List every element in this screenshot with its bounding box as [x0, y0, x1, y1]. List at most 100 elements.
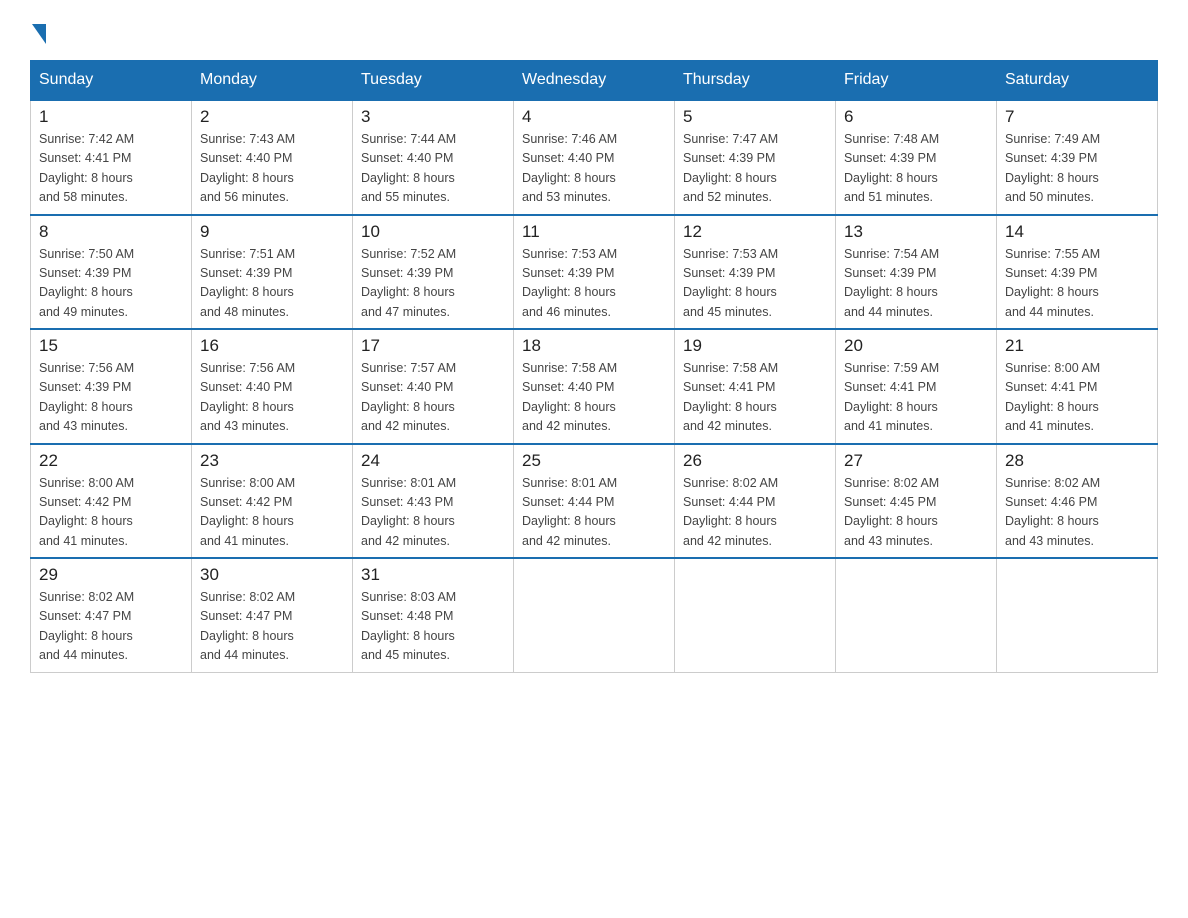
calendar-cell: 16 Sunrise: 7:56 AM Sunset: 4:40 PM Dayl… — [192, 329, 353, 444]
day-info: Sunrise: 7:48 AM Sunset: 4:39 PM Dayligh… — [844, 130, 988, 208]
calendar-cell — [514, 558, 675, 672]
day-info: Sunrise: 8:02 AM Sunset: 4:47 PM Dayligh… — [200, 588, 344, 666]
day-number: 21 — [1005, 336, 1149, 356]
day-info: Sunrise: 7:56 AM Sunset: 4:40 PM Dayligh… — [200, 359, 344, 437]
day-number: 30 — [200, 565, 344, 585]
week-row-3: 15 Sunrise: 7:56 AM Sunset: 4:39 PM Dayl… — [31, 329, 1158, 444]
day-info: Sunrise: 7:54 AM Sunset: 4:39 PM Dayligh… — [844, 245, 988, 323]
calendar-cell: 8 Sunrise: 7:50 AM Sunset: 4:39 PM Dayli… — [31, 215, 192, 330]
day-number: 25 — [522, 451, 666, 471]
day-info: Sunrise: 7:47 AM Sunset: 4:39 PM Dayligh… — [683, 130, 827, 208]
day-info: Sunrise: 8:03 AM Sunset: 4:48 PM Dayligh… — [361, 588, 505, 666]
day-info: Sunrise: 7:55 AM Sunset: 4:39 PM Dayligh… — [1005, 245, 1149, 323]
day-info: Sunrise: 7:58 AM Sunset: 4:41 PM Dayligh… — [683, 359, 827, 437]
day-number: 6 — [844, 107, 988, 127]
day-info: Sunrise: 7:59 AM Sunset: 4:41 PM Dayligh… — [844, 359, 988, 437]
week-row-2: 8 Sunrise: 7:50 AM Sunset: 4:39 PM Dayli… — [31, 215, 1158, 330]
day-info: Sunrise: 8:01 AM Sunset: 4:43 PM Dayligh… — [361, 474, 505, 552]
calendar-cell: 17 Sunrise: 7:57 AM Sunset: 4:40 PM Dayl… — [353, 329, 514, 444]
calendar-cell: 7 Sunrise: 7:49 AM Sunset: 4:39 PM Dayli… — [997, 100, 1158, 215]
day-number: 11 — [522, 222, 666, 242]
day-info: Sunrise: 7:52 AM Sunset: 4:39 PM Dayligh… — [361, 245, 505, 323]
day-info: Sunrise: 7:57 AM Sunset: 4:40 PM Dayligh… — [361, 359, 505, 437]
header-friday: Friday — [836, 61, 997, 101]
day-info: Sunrise: 7:51 AM Sunset: 4:39 PM Dayligh… — [200, 245, 344, 323]
page-header — [30, 20, 1158, 44]
day-number: 3 — [361, 107, 505, 127]
calendar-cell: 13 Sunrise: 7:54 AM Sunset: 4:39 PM Dayl… — [836, 215, 997, 330]
calendar-cell: 24 Sunrise: 8:01 AM Sunset: 4:43 PM Dayl… — [353, 444, 514, 559]
day-number: 22 — [39, 451, 183, 471]
day-number: 18 — [522, 336, 666, 356]
calendar-cell: 5 Sunrise: 7:47 AM Sunset: 4:39 PM Dayli… — [675, 100, 836, 215]
day-number: 8 — [39, 222, 183, 242]
calendar-cell: 1 Sunrise: 7:42 AM Sunset: 4:41 PM Dayli… — [31, 100, 192, 215]
day-info: Sunrise: 8:02 AM Sunset: 4:44 PM Dayligh… — [683, 474, 827, 552]
calendar-cell: 3 Sunrise: 7:44 AM Sunset: 4:40 PM Dayli… — [353, 100, 514, 215]
day-number: 1 — [39, 107, 183, 127]
day-number: 28 — [1005, 451, 1149, 471]
calendar-cell: 27 Sunrise: 8:02 AM Sunset: 4:45 PM Dayl… — [836, 444, 997, 559]
calendar-cell: 29 Sunrise: 8:02 AM Sunset: 4:47 PM Dayl… — [31, 558, 192, 672]
calendar-cell: 6 Sunrise: 7:48 AM Sunset: 4:39 PM Dayli… — [836, 100, 997, 215]
header-tuesday: Tuesday — [353, 61, 514, 101]
calendar-cell: 25 Sunrise: 8:01 AM Sunset: 4:44 PM Dayl… — [514, 444, 675, 559]
day-info: Sunrise: 7:44 AM Sunset: 4:40 PM Dayligh… — [361, 130, 505, 208]
calendar-cell: 19 Sunrise: 7:58 AM Sunset: 4:41 PM Dayl… — [675, 329, 836, 444]
calendar-cell: 9 Sunrise: 7:51 AM Sunset: 4:39 PM Dayli… — [192, 215, 353, 330]
day-info: Sunrise: 7:53 AM Sunset: 4:39 PM Dayligh… — [683, 245, 827, 323]
day-number: 31 — [361, 565, 505, 585]
day-number: 27 — [844, 451, 988, 471]
day-number: 12 — [683, 222, 827, 242]
week-row-5: 29 Sunrise: 8:02 AM Sunset: 4:47 PM Dayl… — [31, 558, 1158, 672]
header-sunday: Sunday — [31, 61, 192, 101]
day-number: 15 — [39, 336, 183, 356]
header-wednesday: Wednesday — [514, 61, 675, 101]
header-saturday: Saturday — [997, 61, 1158, 101]
calendar-cell: 11 Sunrise: 7:53 AM Sunset: 4:39 PM Dayl… — [514, 215, 675, 330]
calendar-cell: 20 Sunrise: 7:59 AM Sunset: 4:41 PM Dayl… — [836, 329, 997, 444]
calendar-cell: 28 Sunrise: 8:02 AM Sunset: 4:46 PM Dayl… — [997, 444, 1158, 559]
calendar-cell: 30 Sunrise: 8:02 AM Sunset: 4:47 PM Dayl… — [192, 558, 353, 672]
day-number: 7 — [1005, 107, 1149, 127]
day-number: 5 — [683, 107, 827, 127]
calendar-cell: 4 Sunrise: 7:46 AM Sunset: 4:40 PM Dayli… — [514, 100, 675, 215]
day-number: 2 — [200, 107, 344, 127]
week-row-4: 22 Sunrise: 8:00 AM Sunset: 4:42 PM Dayl… — [31, 444, 1158, 559]
day-number: 26 — [683, 451, 827, 471]
day-info: Sunrise: 7:50 AM Sunset: 4:39 PM Dayligh… — [39, 245, 183, 323]
day-info: Sunrise: 7:46 AM Sunset: 4:40 PM Dayligh… — [522, 130, 666, 208]
calendar-table: SundayMondayTuesdayWednesdayThursdayFrid… — [30, 60, 1158, 673]
logo-arrow-icon — [32, 24, 46, 44]
day-number: 10 — [361, 222, 505, 242]
calendar-header-row: SundayMondayTuesdayWednesdayThursdayFrid… — [31, 61, 1158, 101]
day-info: Sunrise: 8:01 AM Sunset: 4:44 PM Dayligh… — [522, 474, 666, 552]
day-info: Sunrise: 7:49 AM Sunset: 4:39 PM Dayligh… — [1005, 130, 1149, 208]
calendar-cell: 12 Sunrise: 7:53 AM Sunset: 4:39 PM Dayl… — [675, 215, 836, 330]
day-info: Sunrise: 7:58 AM Sunset: 4:40 PM Dayligh… — [522, 359, 666, 437]
day-number: 23 — [200, 451, 344, 471]
day-info: Sunrise: 8:00 AM Sunset: 4:42 PM Dayligh… — [39, 474, 183, 552]
calendar-cell — [836, 558, 997, 672]
day-number: 16 — [200, 336, 344, 356]
week-row-1: 1 Sunrise: 7:42 AM Sunset: 4:41 PM Dayli… — [31, 100, 1158, 215]
day-number: 13 — [844, 222, 988, 242]
day-info: Sunrise: 8:00 AM Sunset: 4:41 PM Dayligh… — [1005, 359, 1149, 437]
calendar-cell: 2 Sunrise: 7:43 AM Sunset: 4:40 PM Dayli… — [192, 100, 353, 215]
header-monday: Monday — [192, 61, 353, 101]
calendar-cell: 14 Sunrise: 7:55 AM Sunset: 4:39 PM Dayl… — [997, 215, 1158, 330]
calendar-cell — [675, 558, 836, 672]
day-number: 4 — [522, 107, 666, 127]
calendar-cell: 22 Sunrise: 8:00 AM Sunset: 4:42 PM Dayl… — [31, 444, 192, 559]
header-thursday: Thursday — [675, 61, 836, 101]
day-info: Sunrise: 7:43 AM Sunset: 4:40 PM Dayligh… — [200, 130, 344, 208]
day-info: Sunrise: 8:02 AM Sunset: 4:47 PM Dayligh… — [39, 588, 183, 666]
day-info: Sunrise: 8:02 AM Sunset: 4:45 PM Dayligh… — [844, 474, 988, 552]
day-number: 19 — [683, 336, 827, 356]
calendar-cell: 18 Sunrise: 7:58 AM Sunset: 4:40 PM Dayl… — [514, 329, 675, 444]
calendar-cell: 21 Sunrise: 8:00 AM Sunset: 4:41 PM Dayl… — [997, 329, 1158, 444]
day-info: Sunrise: 7:56 AM Sunset: 4:39 PM Dayligh… — [39, 359, 183, 437]
day-number: 24 — [361, 451, 505, 471]
day-number: 20 — [844, 336, 988, 356]
day-number: 9 — [200, 222, 344, 242]
